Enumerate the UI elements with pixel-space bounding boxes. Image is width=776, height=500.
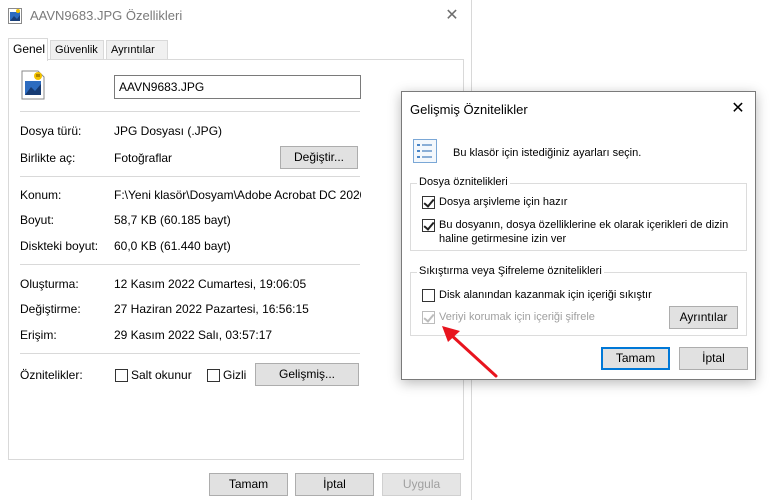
separator	[20, 111, 360, 112]
index-checkbox[interactable]	[422, 219, 435, 232]
info-text: Bu klasör için istediğiniz ayarları seçi…	[453, 147, 642, 159]
size-label: Boyut:	[20, 213, 55, 227]
cancel-button[interactable]: İptal	[295, 473, 374, 496]
advanced-button[interactable]: Gelişmiş...	[255, 363, 359, 386]
size-on-disk-label: Diskteki boyut:	[20, 239, 99, 253]
apply-button[interactable]: Uygula	[382, 473, 461, 496]
encrypt-checkbox[interactable]	[422, 311, 435, 324]
jpg-file-icon	[20, 70, 46, 100]
file-attributes-legend: Dosya öznitelikleri	[417, 176, 510, 188]
change-button[interactable]: Değiştir...	[280, 146, 358, 169]
tab-guvenlik[interactable]: Güvenlik	[50, 40, 104, 60]
window-title: AAVN9683.JPG Özellikleri	[30, 8, 183, 23]
accessed-value: 29 Kasım 2022 Salı, 03:57:17	[114, 328, 273, 342]
location-label: Konum:	[20, 188, 62, 202]
tab-genel[interactable]: Genel	[8, 38, 48, 61]
ok-button[interactable]: Tamam	[601, 347, 670, 370]
compress-label: Disk alanından kazanmak için içeriği sık…	[439, 289, 652, 301]
details-button[interactable]: Ayrıntılar	[669, 306, 738, 329]
index-label-line2: haline getirmesine izin ver	[439, 233, 567, 245]
separator	[20, 176, 360, 177]
dialog-title: Gelişmiş Öznitelikler	[410, 102, 528, 117]
title-bar: AAVN9683.JPG Özellikleri ✕	[0, 0, 472, 32]
archive-checkbox[interactable]	[422, 196, 435, 209]
red-arrow-annotation	[442, 326, 498, 378]
file-type-label: Dosya türü:	[20, 124, 82, 138]
read-only-label: Salt okunur	[131, 368, 192, 382]
created-value: 12 Kasım 2022 Cumartesi, 19:06:05	[114, 277, 307, 291]
hidden-checkbox[interactable]	[207, 369, 220, 382]
compression-legend: Sıkıştırma veya Şifreleme öznitelikleri	[417, 265, 604, 277]
file-name-input[interactable]	[114, 75, 361, 99]
separator	[20, 264, 360, 265]
cancel-button[interactable]: İptal	[679, 347, 748, 370]
file-type-value: JPG Dosyası (.JPG)	[114, 124, 223, 138]
hidden-label: Gizli	[223, 368, 247, 382]
archive-label: Dosya arşivleme için hazır	[439, 196, 568, 208]
opens-with-value: Fotoğraflar	[114, 151, 173, 165]
index-label-line1: Bu dosyanın, dosya özelliklerine ek olar…	[439, 219, 729, 231]
general-tab-panel	[8, 59, 464, 460]
separator	[20, 353, 360, 354]
accessed-label: Erişim:	[20, 328, 57, 342]
close-icon[interactable]: ✕	[727, 98, 749, 120]
image-file-icon	[8, 8, 22, 24]
size-on-disk-value: 60,0 KB (61.440 bayt)	[114, 239, 231, 253]
attributes-label: Öznitelikler:	[20, 368, 83, 382]
modified-label: Değiştirme:	[20, 302, 81, 316]
tab-ayrintilar[interactable]: Ayrıntılar	[106, 40, 168, 60]
modified-value: 27 Haziran 2022 Pazartesi, 16:56:15	[114, 302, 309, 316]
close-icon[interactable]: ✕	[440, 4, 464, 28]
compress-checkbox[interactable]	[422, 289, 435, 302]
settings-list-icon	[413, 139, 437, 163]
ok-button[interactable]: Tamam	[209, 473, 288, 496]
created-label: Oluşturma:	[20, 277, 79, 291]
size-value: 58,7 KB (60.185 bayt)	[114, 213, 231, 227]
opens-with-label: Birlikte aç:	[20, 151, 76, 165]
read-only-checkbox[interactable]	[115, 369, 128, 382]
location-value: F:\Yeni klasör\Dosyam\Adobe Acrobat DC 2…	[114, 188, 361, 202]
